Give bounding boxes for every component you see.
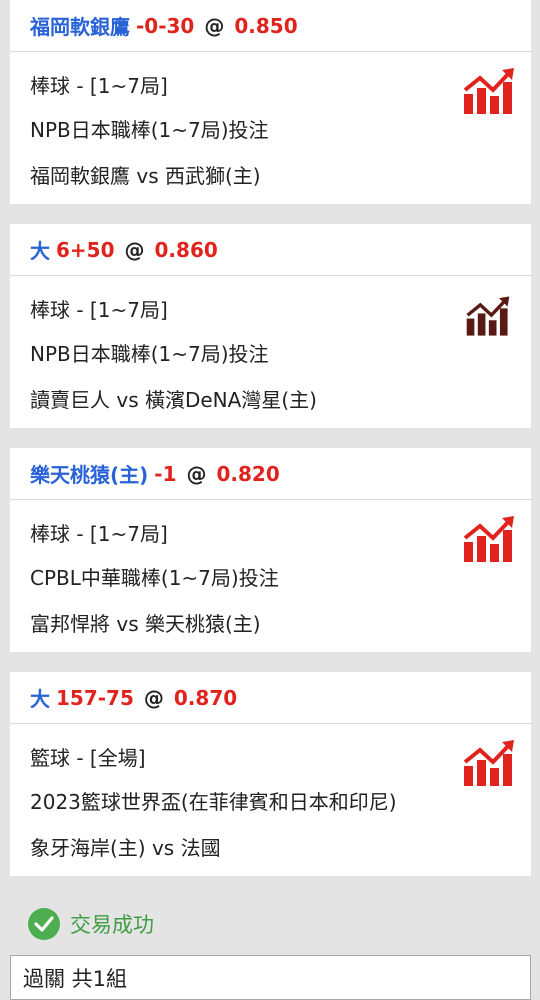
at-symbol: @ <box>143 685 164 710</box>
bet-sport: 棒球 - [1~7局] <box>30 298 168 322</box>
bet-league: NPB日本職棒(1~7局)投注 <box>30 342 269 366</box>
bet-header: 大 6+50 @ 0.860 <box>10 224 531 276</box>
bet-selection: 福岡軟銀鷹 <box>30 15 130 39</box>
bet-card: 福岡軟銀鷹 -0-30 @ 0.850 棒球 - [1~7局] NPB日本職棒(… <box>10 0 531 204</box>
bet-league: NPB日本職棒(1~7局)投注 <box>30 118 269 142</box>
at-symbol: @ <box>204 13 225 38</box>
bet-header: 福岡軟銀鷹 -0-30 @ 0.850 <box>10 0 531 52</box>
bet-match: 富邦悍將 vs 樂天桃猿(主) <box>30 612 261 636</box>
bet-league: CPBL中華職棒(1~7局)投注 <box>30 566 279 590</box>
bet-details: 棒球 - [1~7局] NPB日本職棒(1~7局)投注 讀賣巨人 vs 橫濱De… <box>10 276 531 428</box>
bet-details: 籃球 - [全場] 2023籃球世界盃(在菲律賓和日本和印尼) 象牙海岸(主) … <box>10 724 531 876</box>
parlay-summary: 過關 共1組 <box>10 955 531 1000</box>
bet-odds: 0.860 <box>154 237 218 262</box>
bet-sport: 棒球 - [1~7局] <box>30 74 168 98</box>
bet-odds: 0.820 <box>216 461 280 486</box>
check-circle-icon <box>28 908 60 940</box>
at-symbol: @ <box>124 237 145 262</box>
summary-text: 過關 共1組 <box>23 966 128 991</box>
bet-selection: 大 <box>30 239 50 263</box>
bet-selection: 大 <box>30 687 50 711</box>
bet-handicap: -1 <box>154 461 177 486</box>
bet-card: 大 157-75 @ 0.870 籃球 - [全場] 2023籃球世界盃(在菲律… <box>10 672 531 876</box>
chart-trend-icon[interactable] <box>462 740 516 786</box>
status-text: 交易成功 <box>70 913 154 937</box>
bet-sport: 籃球 - [全場] <box>30 746 146 770</box>
chart-trend-icon[interactable] <box>465 296 511 336</box>
bet-match: 象牙海岸(主) vs 法國 <box>30 836 221 860</box>
bet-odds: 0.870 <box>173 685 238 710</box>
bet-sport: 棒球 - [1~7局] <box>30 522 168 546</box>
bet-details: 棒球 - [1~7局] NPB日本職棒(1~7局)投注 福岡軟銀鷹 vs 西武獅… <box>10 52 531 204</box>
at-symbol: @ <box>186 461 207 486</box>
bet-header: 樂天桃猿(主) -1 @ 0.820 <box>10 448 531 500</box>
bet-selection: 樂天桃猿(主) <box>30 463 149 487</box>
bet-handicap: 157-75 <box>56 685 134 710</box>
bet-slip: 福岡軟銀鷹 -0-30 @ 0.850 棒球 - [1~7局] NPB日本職棒(… <box>0 0 540 1000</box>
bet-card: 樂天桃猿(主) -1 @ 0.820 棒球 - [1~7局] CPBL中華職棒(… <box>10 448 531 652</box>
bet-handicap: 6+50 <box>56 237 115 262</box>
bet-handicap: -0-30 <box>136 13 195 38</box>
bet-match: 讀賣巨人 vs 橫濱DeNA灣星(主) <box>30 388 317 412</box>
bet-card: 大 6+50 @ 0.860 棒球 - [1~7局] NPB日本職棒(1~7局)… <box>10 224 531 428</box>
transaction-status: 交易成功 <box>28 908 154 940</box>
bet-details: 棒球 - [1~7局] CPBL中華職棒(1~7局)投注 富邦悍將 vs 樂天桃… <box>10 500 531 652</box>
bet-match: 福岡軟銀鷹 vs 西武獅(主) <box>30 164 261 188</box>
chart-trend-icon[interactable] <box>462 516 516 562</box>
bet-odds: 0.850 <box>234 13 298 38</box>
bet-league: 2023籃球世界盃(在菲律賓和日本和印尼) <box>30 790 397 814</box>
chart-trend-icon[interactable] <box>462 68 516 114</box>
bet-header: 大 157-75 @ 0.870 <box>10 672 531 724</box>
